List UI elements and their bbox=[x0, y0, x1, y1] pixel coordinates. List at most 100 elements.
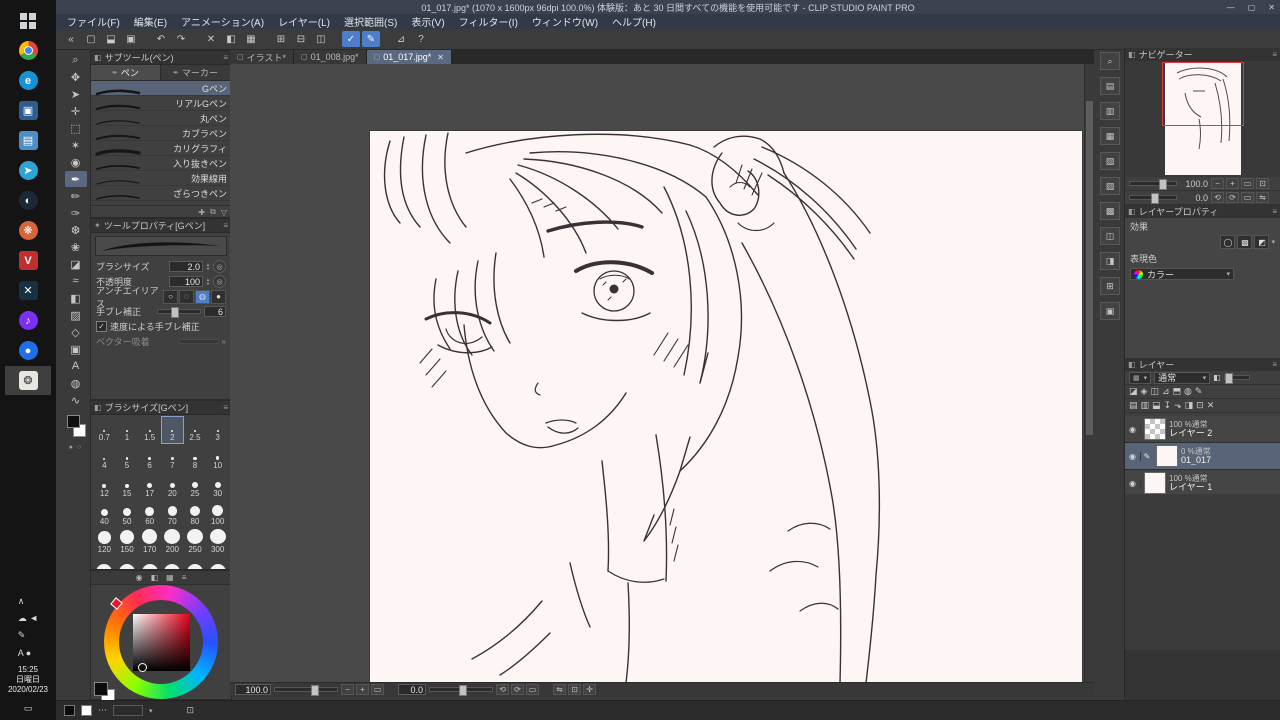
nav-reset-icon[interactable]: ▭ bbox=[1241, 192, 1254, 203]
navigator-preview[interactable] bbox=[1125, 61, 1280, 178]
canvas-artwork[interactable] bbox=[370, 131, 1082, 682]
border-effect-icon[interactable]: ◯ bbox=[1220, 235, 1236, 249]
taskbar-icon-pinned-app-1[interactable]: ▣ bbox=[5, 96, 51, 125]
nav-actual-size-icon[interactable]: ⊡ bbox=[1256, 178, 1269, 189]
menu-layer[interactable]: レイヤー(L) bbox=[271, 14, 337, 29]
nav-zoom-in-icon[interactable]: + bbox=[1226, 178, 1239, 189]
color-wheel-tab-icon[interactable]: ◉ bbox=[136, 573, 143, 582]
side-launcher-1[interactable]: ▤ bbox=[1100, 77, 1120, 95]
zoom-out-icon[interactable]: − bbox=[341, 684, 354, 695]
tool-property-header[interactable]: ✦ ツールプロパティ[Gペン] ≡ bbox=[91, 219, 231, 233]
brush-size-cell[interactable]: 15 bbox=[116, 472, 139, 500]
maximize-button[interactable]: ▢ bbox=[1248, 3, 1256, 12]
delete-subtool-icon[interactable]: ▽ bbox=[221, 208, 227, 217]
auto-select-tool[interactable]: ✶ bbox=[65, 137, 87, 153]
layer-row[interactable]: ◉ ✎ 0 %通常 01_017 bbox=[1125, 443, 1280, 470]
effect-more-icon[interactable]: ▾ bbox=[1271, 238, 1275, 246]
zoom-tool[interactable]: ⌕ bbox=[65, 52, 87, 68]
tray-ime-icons[interactable]: A ● bbox=[18, 644, 38, 661]
brush-size-cell[interactable]: 100 bbox=[206, 500, 229, 528]
opacity-stepper[interactable]: ▲ ▼ bbox=[206, 277, 210, 286]
airbrush-tool[interactable]: ❆ bbox=[65, 222, 87, 238]
toolbar-delete[interactable]: ✕ bbox=[202, 31, 220, 47]
blend-tool[interactable]: ≈ bbox=[65, 273, 87, 289]
reference-layer-icon[interactable]: ◍ bbox=[1184, 386, 1192, 397]
brush-size-cell[interactable]: 200 bbox=[161, 528, 184, 556]
antialias-option-3[interactable]: ● bbox=[211, 289, 226, 304]
navigator-zoom-slider[interactable] bbox=[1129, 179, 1177, 190]
menu-window[interactable]: ウィンドウ(W) bbox=[525, 14, 605, 29]
layer-visibility-icon[interactable]: ◉ bbox=[1125, 478, 1141, 488]
side-launcher-8[interactable]: ◨ bbox=[1100, 252, 1120, 270]
subtool-item[interactable]: Gペン bbox=[91, 81, 231, 96]
eraser-tool[interactable]: ◪ bbox=[65, 256, 87, 272]
panel-menu-icon[interactable]: ≡ bbox=[223, 53, 228, 62]
rotation-value[interactable]: 0.0 bbox=[398, 684, 426, 695]
brush-size-source-icon[interactable]: ◎ bbox=[213, 260, 226, 273]
frame-border-tool[interactable]: ▣ bbox=[65, 341, 87, 357]
layer-row[interactable]: ◉ 100 %通常 レイヤー 1 bbox=[1125, 470, 1280, 497]
canvas-tab[interactable]: ▢ 01_008.jpg* bbox=[293, 50, 367, 64]
subtool-item[interactable]: ざらつきペン bbox=[91, 186, 231, 201]
toolbar-undo[interactable]: ↶ bbox=[152, 31, 170, 47]
speed-stabilize-checkbox[interactable]: ✓ bbox=[96, 321, 107, 332]
brush-size-cell[interactable]: 2.5 bbox=[184, 416, 207, 444]
subtool-item[interactable]: 効果線用 bbox=[91, 171, 231, 186]
minimize-button[interactable]: — bbox=[1227, 3, 1235, 12]
brush-size-cell[interactable]: 1 bbox=[116, 416, 139, 444]
bottom-sub-color-chip[interactable] bbox=[81, 705, 92, 716]
stabilize-input[interactable]: 6 bbox=[204, 306, 226, 317]
toolbar-snap-to-grid[interactable]: ◫ bbox=[312, 31, 330, 47]
brush-size-cell[interactable] bbox=[206, 556, 229, 569]
clip-below-icon[interactable]: ⬒ bbox=[1173, 386, 1182, 397]
brush-size-input[interactable]: 2.0 bbox=[169, 261, 204, 272]
layer-move-tool[interactable]: ✛ bbox=[65, 103, 87, 119]
expression-color-select[interactable]: カラー ▾ bbox=[1130, 268, 1234, 280]
side-launcher-4[interactable]: ▧ bbox=[1100, 152, 1120, 170]
brush-size-cell[interactable]: 12 bbox=[93, 472, 116, 500]
brush-size-cell[interactable]: 250 bbox=[184, 528, 207, 556]
title-bar[interactable]: 01_017.jpg* (1070 x 1600px 96dpi 100.0%)… bbox=[56, 0, 1280, 14]
toolbar-new-canvas[interactable]: ▢ bbox=[82, 31, 100, 47]
layer-visibility-icon[interactable]: ◉ bbox=[1125, 451, 1141, 461]
new-folder-icon[interactable]: ⬓ bbox=[1152, 400, 1161, 411]
brush-size-cell[interactable] bbox=[138, 556, 161, 569]
pen-tool[interactable]: ✒ bbox=[64, 171, 87, 187]
subtool-item[interactable]: リアルGペン bbox=[91, 96, 231, 111]
menu-help[interactable]: ヘルプ(H) bbox=[605, 14, 663, 29]
brush-size-cell[interactable] bbox=[93, 556, 116, 569]
main-color-swatch[interactable] bbox=[94, 682, 108, 696]
menu-file[interactable]: ファイル(F) bbox=[60, 14, 127, 29]
brush-size-cell[interactable]: 2 bbox=[160, 416, 184, 444]
navigator-view-frame[interactable] bbox=[1162, 62, 1244, 126]
rotate-right-icon[interactable]: ⟳ bbox=[511, 684, 524, 695]
taskbar-clock[interactable]: 15:25 日曜日 2020/02/23 bbox=[5, 661, 51, 699]
subtool-item[interactable]: 丸ペン bbox=[91, 111, 231, 126]
opacity-source-icon[interactable]: ◎ bbox=[213, 275, 226, 288]
antialias-option-0[interactable]: ○ bbox=[163, 289, 178, 304]
toolbar-fill[interactable]: ◧ bbox=[222, 31, 240, 47]
tray-pen-icon[interactable]: ✎ bbox=[18, 627, 38, 644]
brush-size-cell[interactable]: 80 bbox=[184, 500, 207, 528]
subtool-item[interactable]: 入り抜きペン bbox=[91, 156, 231, 171]
side-launcher-3[interactable]: ▦ bbox=[1100, 127, 1120, 145]
nav-zoom-out-icon[interactable]: − bbox=[1211, 178, 1224, 189]
brush-size-cell[interactable]: 10 bbox=[206, 444, 229, 472]
subtool-item[interactable]: カブラペン bbox=[91, 126, 231, 141]
operation-tool[interactable]: ➤ bbox=[65, 86, 87, 102]
draft-layer-icon[interactable]: ✎ bbox=[1195, 386, 1203, 397]
toolbar-help[interactable]: ? bbox=[412, 31, 430, 47]
zoom-slider[interactable] bbox=[274, 685, 338, 696]
side-launcher-7[interactable]: ◫ bbox=[1100, 227, 1120, 245]
reset-view-icon[interactable]: ⊡ bbox=[568, 684, 581, 695]
antialias-option-2[interactable]: ◍ bbox=[195, 289, 210, 304]
side-launcher-9[interactable]: ⊞ bbox=[1100, 277, 1120, 295]
move-view-icon[interactable]: ✛ bbox=[583, 684, 596, 695]
brush-size-cell[interactable]: 0.7 bbox=[93, 416, 116, 444]
layer-opacity-slider[interactable] bbox=[1223, 373, 1250, 384]
brush-size-cell[interactable]: 1.5 bbox=[138, 416, 161, 444]
side-launcher-6[interactable]: ▩ bbox=[1100, 202, 1120, 220]
zoom-value[interactable]: 100.0 bbox=[235, 684, 271, 695]
brush-size-cell[interactable] bbox=[184, 556, 207, 569]
taskbar-icon-pinned-app-5[interactable]: ● bbox=[5, 336, 51, 365]
